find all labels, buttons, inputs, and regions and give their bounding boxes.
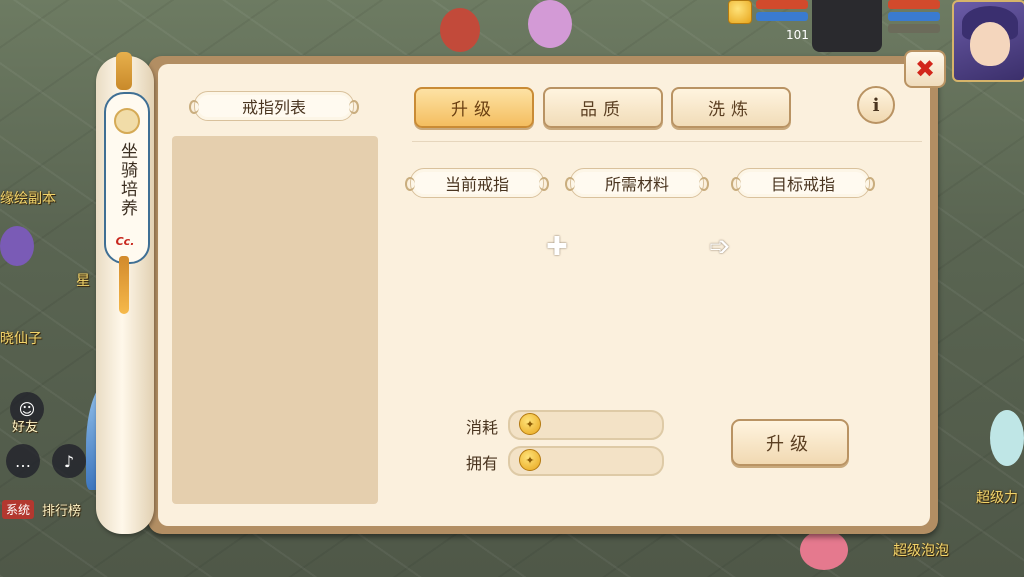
pet-level: 101 (786, 28, 809, 42)
ranking-label[interactable]: 排行榜 (42, 500, 81, 519)
coin-icon: ✦ (519, 449, 541, 471)
arrow-right-icon: ➩ (709, 232, 731, 262)
npc-sprite[interactable] (800, 530, 848, 570)
close-icon: ✖ (914, 55, 936, 83)
mount-training-label: 坐骑培养 (117, 142, 137, 218)
required-materials-label: 所需材料 (565, 168, 709, 198)
tab-refine[interactable]: 洗炼 (671, 87, 791, 128)
upgrade-button[interactable]: 升级 (731, 419, 849, 466)
world-label-instance[interactable]: 缘绘副本 (0, 188, 56, 208)
section-divider (412, 141, 922, 142)
player-mp-bar (888, 12, 940, 21)
coin-icon: ✦ (519, 413, 541, 435)
pet-portrait[interactable] (812, 0, 882, 52)
info-button[interactable]: i (857, 86, 895, 124)
target-ring-label: 目标戒指 (731, 168, 875, 198)
tassel-decoration (119, 256, 129, 314)
tab-upgrade[interactable]: 升级 (414, 87, 534, 128)
npc-sprite[interactable] (0, 226, 34, 266)
ring-list-title: 戒指列表 (189, 91, 359, 121)
voice-button[interactable]: ♪ (52, 444, 86, 478)
player-avatar[interactable] (952, 0, 1024, 82)
player-hp-bar (888, 0, 940, 9)
knot-icon (114, 108, 140, 134)
world-label-super: 超级力 (976, 490, 1018, 506)
world-label-bubble: 超级泡泡 (893, 543, 949, 559)
world-label-fairy: 晓仙子 (0, 331, 42, 347)
microphone-icon: ♪ (63, 451, 75, 471)
consume-label: 消耗 (466, 418, 499, 437)
plus-icon: ✚ (546, 232, 568, 262)
npc-sprite[interactable] (440, 8, 480, 52)
tab-quality[interactable]: 品质 (543, 87, 663, 128)
tassel-top-decoration (116, 52, 132, 90)
ring-list[interactable] (172, 136, 378, 504)
treasure-chest-icon[interactable] (728, 0, 752, 24)
player-exp-bar (888, 24, 940, 33)
own-label: 拥有 (466, 454, 499, 473)
system-channel-tag[interactable]: 系统 (2, 500, 35, 519)
npc-sprite[interactable] (990, 410, 1024, 466)
mp-bar (756, 12, 808, 21)
npc-sprite[interactable] (528, 0, 572, 48)
world-label-star: 星 (76, 273, 90, 289)
hp-bar (756, 0, 808, 9)
info-icon: i (872, 94, 880, 116)
current-ring-label: 当前戒指 (405, 168, 549, 198)
chat-button[interactable]: … (6, 444, 40, 478)
friends-label: 好友 (12, 420, 39, 435)
spine-badge: Cc. (115, 235, 135, 248)
close-button[interactable]: ✖ (904, 50, 946, 88)
chat-bubble-icon: … (15, 451, 31, 471)
